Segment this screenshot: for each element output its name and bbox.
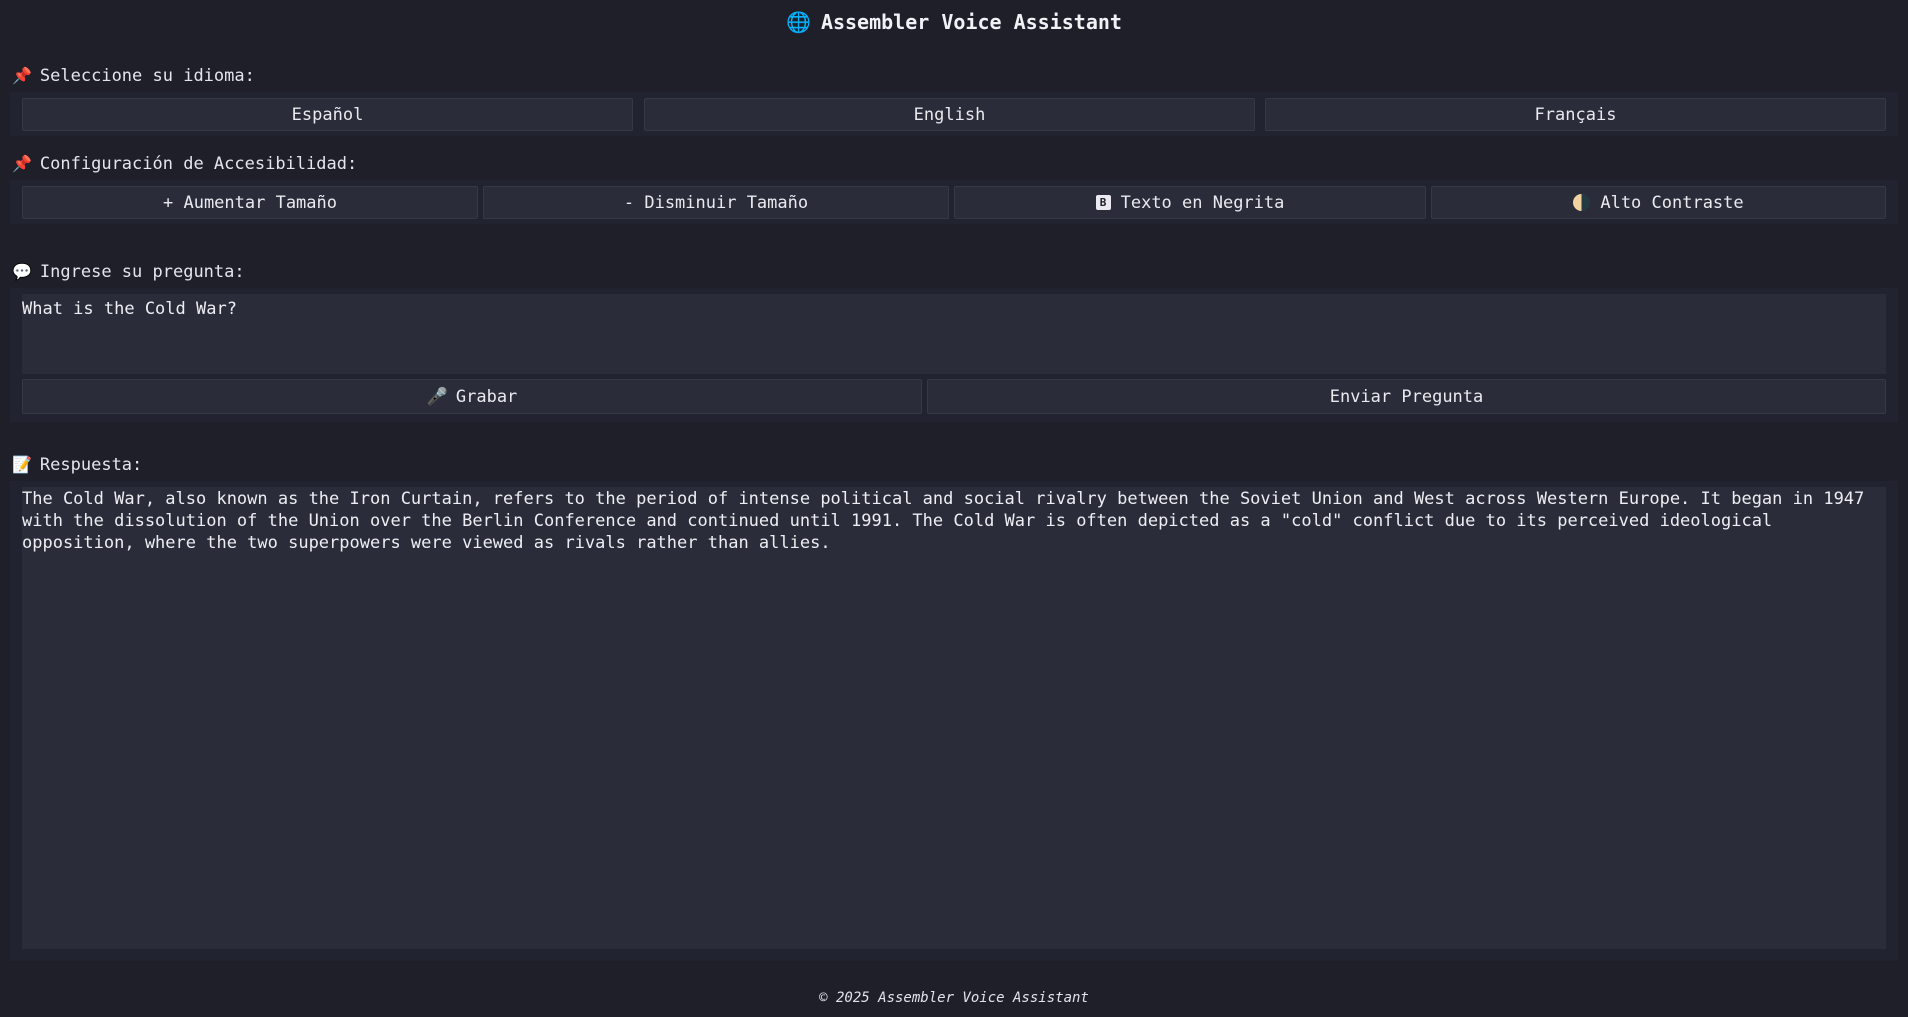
bold-text-label: Texto en Negrita xyxy=(1120,192,1285,213)
decrease-font-size-button[interactable]: - Disminuir Tamaño xyxy=(483,186,949,219)
globe-icon: 🌐 xyxy=(786,10,811,34)
high-contrast-button[interactable]: Alto Contraste xyxy=(1431,186,1886,219)
response-output: The Cold War, also known as the Iron Cur… xyxy=(22,487,1886,949)
language-button-label: English xyxy=(913,104,986,125)
page-title: 🌐 Assembler Voice Assistant xyxy=(0,8,1908,36)
pushpin-icon: 📌 xyxy=(12,66,32,85)
language-button-francais[interactable]: Français xyxy=(1265,98,1886,131)
response-label-text: Respuesta: xyxy=(39,455,143,475)
send-question-button[interactable]: Enviar Pregunta xyxy=(927,379,1886,414)
language-label-text: Seleccione su idioma: xyxy=(39,66,255,86)
language-button-label: Español xyxy=(291,104,364,125)
accessibility-panel: + Aumentar Tamaño - Disminuir Tamaño B Te… xyxy=(10,180,1898,224)
high-contrast-label: Alto Contraste xyxy=(1600,192,1744,213)
accessibility-section-label: 📌 Configuración de Accesibilidad: xyxy=(12,153,357,175)
page-title-text: Assembler Voice Assistant xyxy=(820,10,1122,34)
increase-font-size-label: + Aumentar Tamaño xyxy=(163,192,337,213)
memo-icon: 📝 xyxy=(12,455,32,474)
send-question-label: Enviar Pregunta xyxy=(1329,386,1484,407)
footer-copyright: © 2025 Assembler Voice Assistant xyxy=(819,990,1089,1006)
pushpin-icon: 📌 xyxy=(12,154,32,173)
language-button-english[interactable]: English xyxy=(644,98,1255,131)
decrease-font-size-label: - Disminuir Tamaño xyxy=(623,192,809,213)
record-button[interactable]: 🎤 Grabar xyxy=(22,379,922,414)
bold-b-icon: B xyxy=(1095,195,1111,210)
increase-font-size-button[interactable]: + Aumentar Tamaño xyxy=(22,186,478,219)
question-label-text: Ingrese su pregunta: xyxy=(39,262,245,282)
half-moon-contrast-icon xyxy=(1573,194,1591,211)
accessibility-label-text: Configuración de Accesibilidad: xyxy=(39,154,358,174)
language-button-label: Français xyxy=(1534,104,1617,125)
bold-text-button[interactable]: B Texto en Negrita xyxy=(954,186,1426,219)
question-input[interactable]: What is the Cold War? xyxy=(22,294,1886,374)
app-window: 🌐 Assembler Voice Assistant 📌 Seleccione s… xyxy=(0,0,1908,1017)
question-section-label: 💬 Ingrese su pregunta: xyxy=(12,261,245,283)
microphone-icon: 🎤 xyxy=(426,386,448,407)
response-panel: The Cold War, also known as the Iron Cur… xyxy=(10,481,1898,961)
speech-bubble-icon: 💬 xyxy=(12,262,32,281)
response-section-label: 📝 Respuesta: xyxy=(12,454,142,476)
language-panel: Español English Français xyxy=(10,92,1898,136)
language-button-espanol[interactable]: Español xyxy=(22,98,633,131)
language-section-label: 📌 Seleccione su idioma: xyxy=(12,65,255,87)
record-label: Grabar xyxy=(455,386,518,407)
question-panel: What is the Cold War? 🎤 Grabar Enviar Pre… xyxy=(10,288,1898,422)
